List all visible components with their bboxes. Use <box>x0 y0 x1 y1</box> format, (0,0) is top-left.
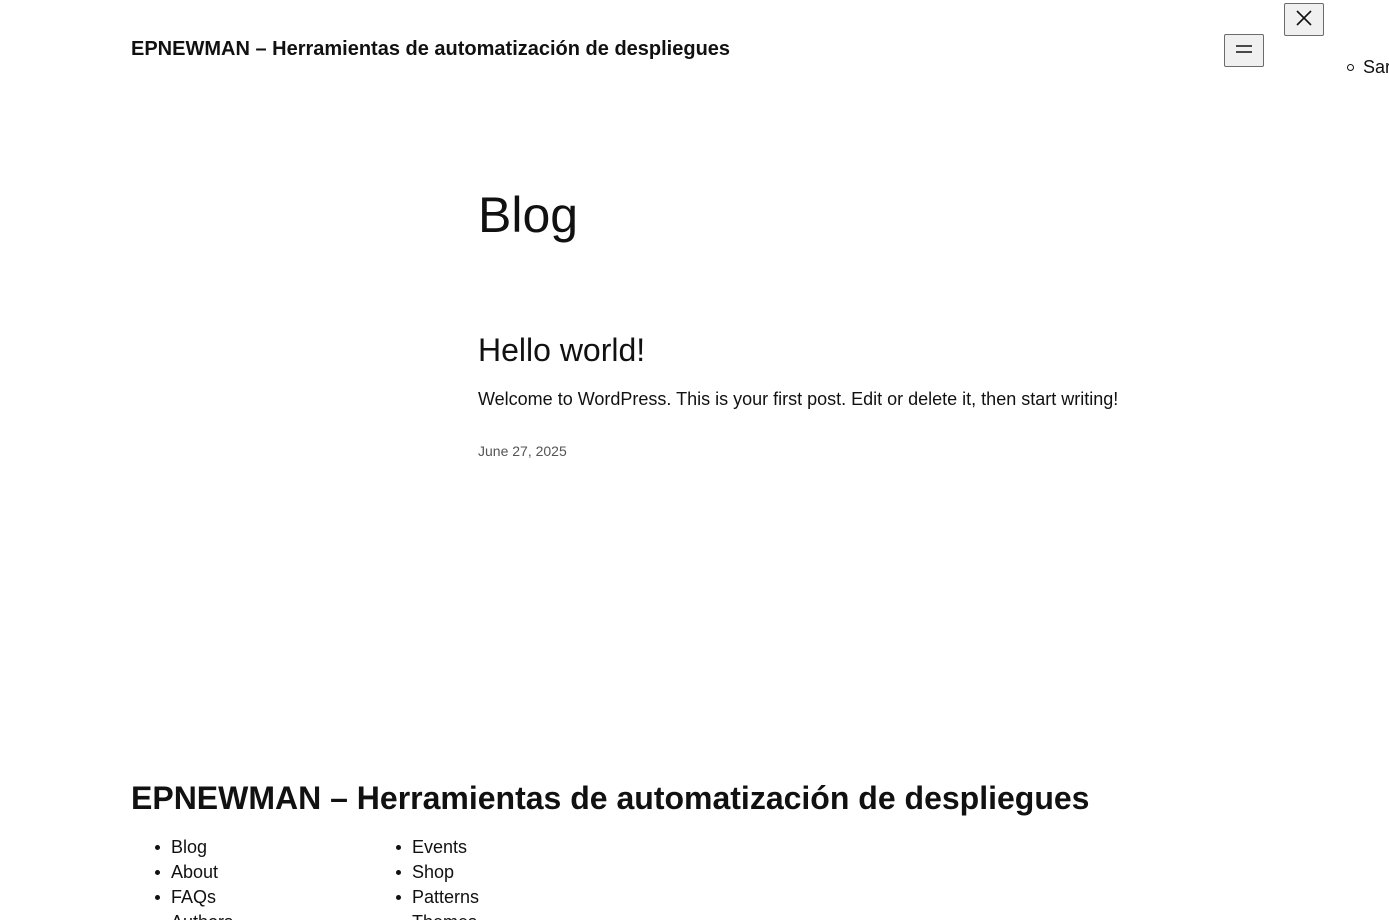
post-date[interactable]: June 27, 2025 <box>478 442 567 460</box>
post-excerpt: Welcome to WordPress. This is your first… <box>478 389 1119 409</box>
bullet-circle-icon <box>1347 63 1354 71</box>
footer-nav-column-2: Events Shop Patterns Themes <box>396 835 479 920</box>
footer-nav-item-themes[interactable]: Themes <box>396 910 479 920</box>
footer-nav-link[interactable]: About <box>171 860 218 885</box>
overlay-nav-item[interactable]: Sar <box>1347 56 1389 78</box>
bullet-icon <box>396 845 401 850</box>
bullet-icon <box>155 870 160 875</box>
bullet-icon <box>155 895 160 900</box>
footer-nav-item-events[interactable]: Events <box>396 835 479 860</box>
hamburger-icon <box>1234 42 1254 59</box>
footer-nav-item-about[interactable]: About <box>155 860 233 885</box>
footer-site-title-link[interactable]: EPNEWMAN – Herramientas de automatizació… <box>131 780 1089 816</box>
footer-nav-link[interactable]: FAQs <box>171 885 216 910</box>
footer-nav-link[interactable]: Patterns <box>412 885 479 910</box>
footer-nav-link[interactable]: Authors <box>171 910 233 920</box>
open-menu-button[interactable] <box>1224 34 1264 67</box>
close-menu-button[interactable] <box>1284 3 1324 36</box>
footer-nav-item-blog[interactable]: Blog <box>155 835 233 860</box>
footer-nav-link[interactable]: Themes <box>412 910 477 920</box>
footer-site-title: EPNEWMAN – Herramientas de automatizació… <box>131 779 1089 817</box>
bullet-icon <box>155 845 160 850</box>
footer-nav-item-shop[interactable]: Shop <box>396 860 479 885</box>
close-icon <box>1294 8 1314 31</box>
page-title: Blog <box>478 187 579 243</box>
site-title[interactable]: EPNEWMAN – Herramientas de automatizació… <box>131 37 730 61</box>
footer-nav-link[interactable]: Shop <box>412 860 454 885</box>
footer-nav-link[interactable]: Blog <box>171 835 207 860</box>
post-title: Hello world! <box>478 330 645 370</box>
footer-nav-item-faqs[interactable]: FAQs <box>155 885 233 910</box>
footer-nav-link[interactable]: Events <box>412 835 467 860</box>
bullet-icon <box>396 895 401 900</box>
page: EPNEWMAN – Herramientas de automatizació… <box>0 0 1389 920</box>
footer-nav-column-1: Blog About FAQs Authors <box>155 835 233 920</box>
footer-nav-item-patterns[interactable]: Patterns <box>396 885 479 910</box>
overlay-nav-list: Sar <box>1347 56 1389 78</box>
post-title-link[interactable]: Hello world! <box>478 332 645 368</box>
overlay-nav-link[interactable]: Sar <box>1363 56 1389 78</box>
bullet-icon <box>396 870 401 875</box>
footer-nav-item-authors[interactable]: Authors <box>155 910 233 920</box>
